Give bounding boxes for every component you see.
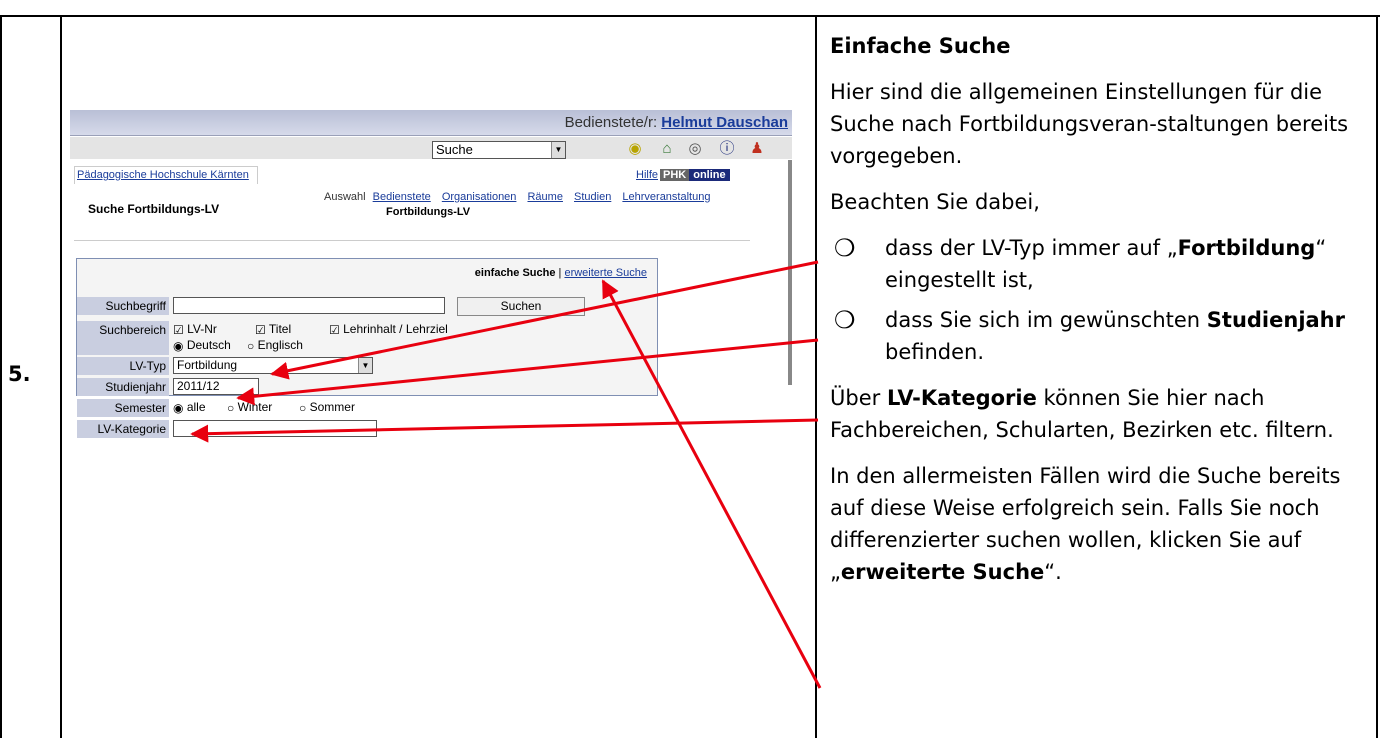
nav-select-value: Suche [436, 142, 473, 157]
step-number: 5. [8, 362, 31, 386]
org-name: Pädagogische Hochschule Kärnten [77, 169, 249, 181]
cd-icon[interactable]: ◉ [625, 139, 645, 159]
staff-name-link[interactable]: Helmut Dauschan [661, 114, 788, 131]
study-year-label: Studienjahr [77, 378, 169, 396]
table-divider-2 [815, 15, 817, 738]
explanation-para-2: Beachten Sie dabei, [830, 190, 1040, 214]
checkbox-titel[interactable]: ☑ Titel [255, 322, 291, 337]
info-icon[interactable]: ⓘ [717, 139, 737, 159]
radio-winter[interactable]: ○ Winter [227, 400, 272, 415]
screenshot-toolbar: Suche ▼ ◉ ⌂ ◎ ⓘ ♟ [70, 137, 792, 159]
toolbar-icons: ◉ ⌂ ◎ ⓘ ♟ [625, 139, 785, 159]
table-border-top [0, 15, 1380, 17]
staff-label: Bedienstete/r: [564, 114, 658, 131]
help-link[interactable]: Hilfe [636, 169, 658, 181]
bullet-icon: ❍ [834, 306, 856, 334]
lv-category-input[interactable] [173, 420, 377, 437]
nav-select[interactable]: Suche ▼ [432, 141, 566, 159]
row-search-term: Suchbegriff Suchen [77, 297, 597, 316]
breadcrumb-nav: Auswahl Bedienstete Organisationen Räume… [324, 191, 718, 203]
table-border-right [1376, 15, 1378, 738]
screenshot-edge [788, 160, 792, 385]
chevron-down-icon: ▼ [551, 142, 565, 158]
bullet-icon: ❍ [834, 234, 856, 262]
screenshot-header: Bedienstete/r: Helmut Dauschan [70, 110, 792, 136]
search-term-label: Suchbegriff [77, 297, 169, 315]
radio-icon[interactable]: ◎ [685, 139, 705, 159]
radio-englisch[interactable]: ○ Englisch [247, 338, 303, 353]
radio-alle[interactable]: ◉ alle [173, 400, 206, 415]
explanation-para-4: In den allermeisten Fällen wird die Such… [830, 464, 1341, 584]
table-border-left [0, 15, 2, 738]
bullet-study-year: ❍ dass Sie sich im gewünschten Studienja… [834, 306, 1345, 364]
row-semester: Semester ◉ alle ○ Winter ○ Sommer [77, 399, 477, 417]
semester-label: Semester [77, 399, 169, 417]
search-area-label: Suchbereich [77, 321, 169, 355]
explanation-heading: Einfache Suche [830, 34, 1011, 58]
nav-link-lehrveranstaltung[interactable]: Lehrveranstaltung [622, 191, 710, 203]
page-title: Suche Fortbildungs-LV [88, 202, 220, 216]
mode-advanced-link[interactable]: erweiterte Suche [564, 267, 647, 279]
search-term-input[interactable] [173, 297, 445, 314]
checkbox-lehrinhalt[interactable]: ☑ Lehrinhalt / Lehrziel [329, 322, 448, 337]
divider [74, 240, 750, 241]
radio-sommer[interactable]: ○ Sommer [299, 400, 355, 415]
nav-link-organisationen[interactable]: Organisationen [442, 191, 517, 203]
home-icon[interactable]: ⌂ [657, 139, 677, 159]
nav-label: Auswahl [324, 191, 366, 203]
org-tab[interactable]: Pädagogische Hochschule Kärnten [74, 166, 258, 184]
nav-subtitle: Fortbildungs-LV [386, 206, 471, 218]
row-lv-type: LV-Typ Fortbildung ▼ [77, 357, 477, 375]
checkbox-lv-nr[interactable]: ☑ LV-Nr [173, 322, 217, 337]
bullet-lv-type: ❍ dass der LV-Typ immer auf „Fortbildung… [834, 234, 1327, 292]
explanation-para-3: Über LV-Kategorie können Sie hier nach F… [830, 386, 1334, 442]
nav-link-raeume[interactable]: Räume [527, 191, 562, 203]
nav-link-studien[interactable]: Studien [574, 191, 611, 203]
chevron-down-icon: ▼ [358, 358, 372, 373]
mode-simple: einfache Suche [474, 267, 556, 279]
row-study-year: Studienjahr 2011/12 [77, 378, 477, 396]
search-form: einfache Suche | erweiterte Suche Suchbe… [76, 258, 658, 438]
staff-line: Bedienstete/r: Helmut Dauschan [565, 114, 788, 131]
row-lv-category: LV-Kategorie [77, 420, 477, 438]
lv-type-select[interactable]: Fortbildung ▼ [173, 357, 373, 374]
radio-deutsch[interactable]: ◉ Deutsch [173, 338, 231, 353]
lv-type-label: LV-Typ [77, 357, 169, 375]
phk-online-logo: PHK online [660, 167, 730, 183]
search-mode-switch: einfache Suche | erweiterte Suche [474, 267, 647, 279]
table-divider-1 [60, 15, 62, 738]
explanation-column: Einfache Suche Hier sind die allgemeinen… [830, 30, 1370, 602]
study-year-select[interactable]: 2011/12 [173, 378, 259, 395]
lv-category-label: LV-Kategorie [77, 420, 169, 438]
nav-link-bedienstete[interactable]: Bedienstete [373, 191, 431, 203]
row-search-area: Suchbereich ☑ LV-Nr ☑ Titel ☑ Lehrinhalt… [77, 321, 637, 355]
search-button[interactable]: Suchen [457, 297, 585, 316]
people-icon[interactable]: ♟ [747, 139, 767, 159]
explanation-para-1: Hier sind die allgemeinen Einstellungen … [830, 80, 1349, 168]
embedded-screenshot: Bedienstete/r: Helmut Dauschan Suche ▼ ◉… [70, 110, 792, 438]
